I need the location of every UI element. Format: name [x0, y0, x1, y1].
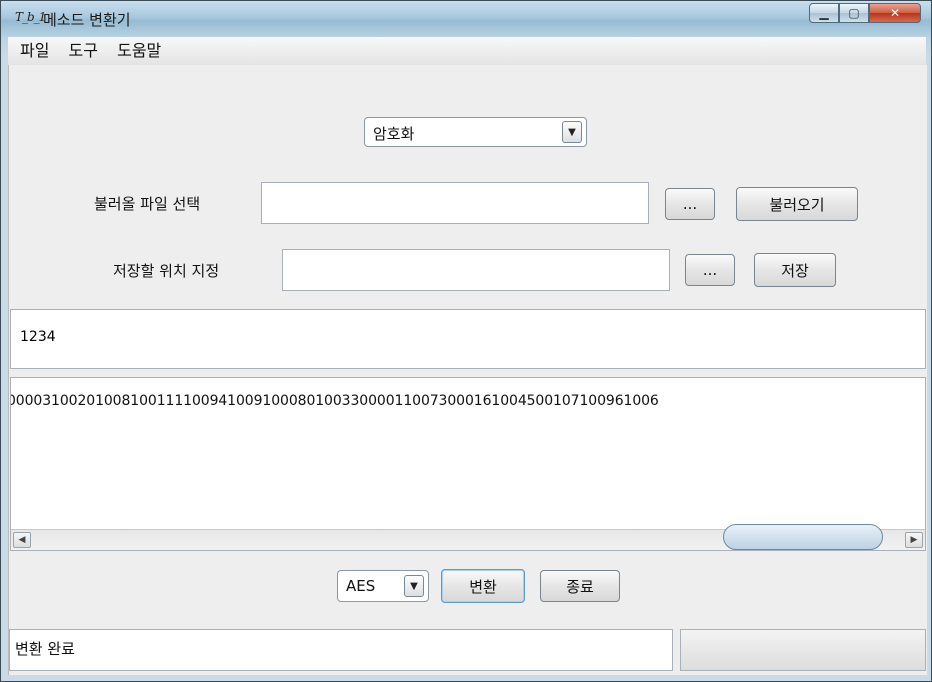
minimize-icon: ▁: [819, 6, 829, 20]
menu-bar: 파일 도구 도움말: [8, 37, 926, 66]
convert-button[interactable]: 변환: [441, 569, 525, 603]
app-window: T_b_1 메소드 변환기 ▁ ▢ ✕ 파일 도구 도움말 암호화 ▼ 불러올 …: [0, 0, 932, 682]
status-side-panel: [680, 629, 926, 671]
app-icon: T_b_1: [15, 10, 46, 24]
chevron-down-icon[interactable]: ▼: [562, 121, 582, 143]
load-file-path-input[interactable]: [261, 182, 649, 224]
menu-help[interactable]: 도움말: [117, 37, 161, 65]
load-browse-button[interactable]: ...: [665, 188, 715, 220]
save-location-label: 저장할 위치 지정: [113, 262, 220, 280]
title-bar[interactable]: T_b_1 메소드 변환기 ▁ ▢ ✕: [1, 1, 931, 37]
maximize-button[interactable]: ▢: [839, 3, 869, 23]
save-path-input[interactable]: [282, 249, 670, 291]
minimize-button[interactable]: ▁: [809, 3, 839, 23]
close-button[interactable]: ✕: [869, 3, 921, 23]
status-message: 변환 완료: [9, 629, 673, 671]
load-file-label: 불러올 파일 선택: [94, 195, 201, 213]
maximize-icon: ▢: [848, 6, 860, 20]
algorithm-select[interactable]: AES ▼: [337, 570, 429, 602]
load-button[interactable]: 불러오기: [736, 187, 858, 221]
scroll-left-icon[interactable]: ◀: [13, 532, 31, 548]
exit-button[interactable]: 종료: [540, 570, 620, 602]
content-panel: 암호화 ▼ 불러올 파일 선택 ... 불러오기 저장할 위치 지정 ... 저…: [8, 65, 927, 675]
input-text-field[interactable]: 1234: [10, 309, 926, 369]
scrollbar-thumb[interactable]: [723, 524, 883, 550]
horizontal-scrollbar[interactable]: ◀ ▶: [11, 524, 925, 550]
save-browse-button[interactable]: ...: [685, 254, 735, 286]
window-title: 메소드 변환기: [43, 11, 131, 29]
window-controls: ▁ ▢ ✕: [809, 3, 921, 25]
save-button[interactable]: 저장: [754, 253, 836, 287]
menu-file[interactable]: 파일: [20, 37, 49, 65]
close-icon: ✕: [889, 6, 901, 20]
scroll-right-icon[interactable]: ▶: [905, 532, 923, 548]
output-text: 0000310020100810011110094100910008010033…: [10, 393, 659, 409]
output-text-area[interactable]: 0000310020100810011110094100910008010033…: [10, 377, 926, 551]
algorithm-select-value: AES: [346, 577, 376, 595]
chevron-down-icon[interactable]: ▼: [404, 575, 424, 597]
mode-select[interactable]: 암호화 ▼: [364, 117, 587, 147]
mode-select-value: 암호화: [373, 125, 415, 143]
menu-tools[interactable]: 도구: [69, 37, 98, 65]
